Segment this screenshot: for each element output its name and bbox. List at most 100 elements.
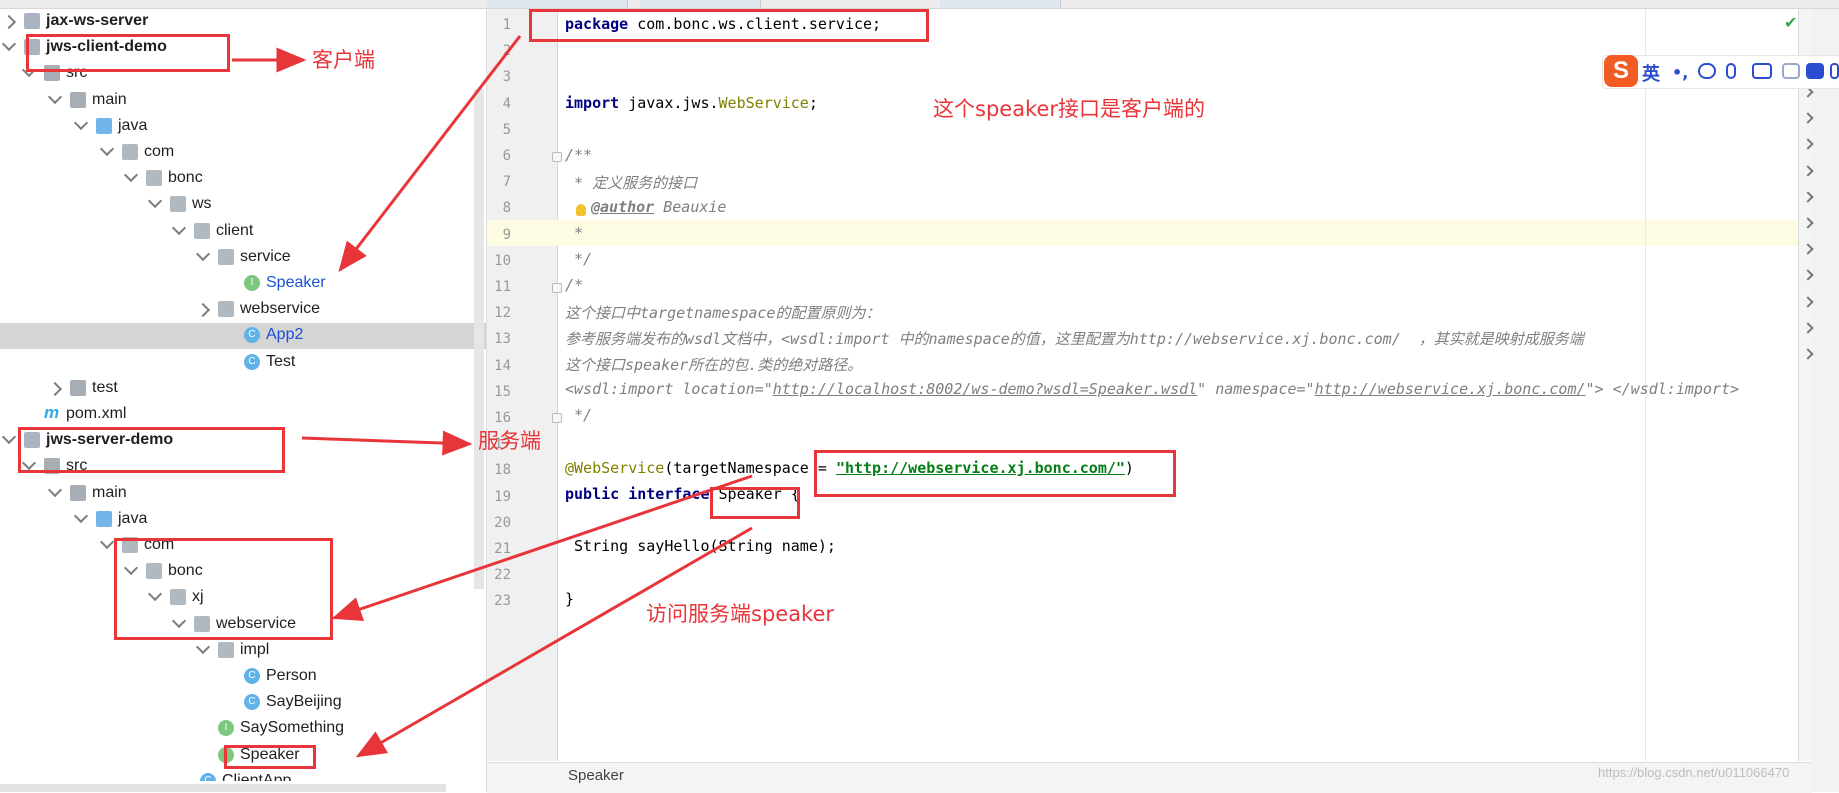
expand-arrow-icon[interactable] [47, 89, 63, 104]
editor-tab[interactable] [640, 0, 761, 8]
tree-item[interactable]: java [0, 507, 486, 533]
code-line-7: * 定义服务的接口 [565, 174, 698, 192]
line-number: 4 [502, 95, 511, 112]
tree-item-label: App2 [266, 326, 304, 344]
tree-item-label: Person [266, 667, 317, 684]
expand-arrow-icon[interactable] [195, 639, 211, 654]
interface-icon: I [244, 275, 260, 291]
tree-item[interactable]: main [0, 88, 486, 114]
tree-item[interactable]: C SayBeijing [0, 690, 486, 716]
tree-item[interactable]: ws [0, 192, 486, 218]
punctuation-icon[interactable]: •, [1672, 63, 1690, 82]
line-number: 2 [502, 43, 511, 60]
expand-arrow-icon[interactable] [99, 534, 115, 550]
code-line-6: /** [565, 146, 593, 164]
skin-icon[interactable] [1806, 63, 1824, 79]
code-comment: "> </wsdl:import> [1585, 380, 1740, 398]
toolbox-icon[interactable] [1830, 63, 1839, 79]
tree-item-label: pom.xml [66, 405, 127, 422]
tree-item[interactable]: bonc [0, 166, 486, 192]
code-link[interactable]: http://localhost:8002/ws-demo?wsdl=Speak… [773, 380, 1197, 398]
code-text: ; [808, 94, 818, 112]
editor-tab[interactable] [487, 0, 628, 8]
code-comment: <wsdl:import location=" [565, 380, 773, 398]
fold-marker[interactable] [552, 152, 562, 162]
tree-item-label: webservice [240, 300, 321, 318]
fold-marker[interactable] [552, 283, 562, 293]
expand-arrow-icon[interactable] [1, 430, 17, 445]
tree-item-label: client [216, 221, 254, 239]
fold-marker[interactable] [552, 413, 562, 423]
tree-item[interactable]: test [0, 376, 486, 402]
highlight-server-package [114, 538, 333, 640]
line-number: 21 [494, 541, 511, 557]
package-icon [170, 196, 186, 213]
tree-item[interactable]: webservice [0, 297, 486, 323]
code-line-15: <wsdl:import location="http://localhost:… [565, 380, 1739, 398]
code-doc-indent [565, 198, 591, 216]
code-keyword: import [565, 94, 620, 112]
package-icon [218, 248, 234, 265]
expand-arrow-icon[interactable] [147, 194, 163, 209]
sogou-logo-icon[interactable]: S [1604, 55, 1638, 87]
code-line-9: * [565, 224, 584, 242]
class-run-icon: C [244, 327, 260, 344]
code-text: javax.jws. [619, 94, 719, 112]
expand-arrow-icon[interactable] [47, 482, 63, 497]
expand-arrow-icon[interactable] [73, 115, 89, 130]
user-icon[interactable] [1782, 63, 1800, 79]
tree-item[interactable]: m pom.xml [0, 402, 486, 428]
microphone-icon[interactable] [1726, 63, 1736, 79]
emoji-icon[interactable] [1698, 63, 1716, 79]
tree-item-label: Test [266, 352, 296, 370]
expand-arrow-icon[interactable] [123, 168, 139, 183]
tree-item[interactable]: com [0, 140, 486, 166]
editor-tab[interactable] [940, 0, 1061, 8]
tree-item[interactable]: C Person [0, 664, 486, 690]
collapse-arrow-icon[interactable] [47, 381, 63, 396]
tree-item[interactable]: jax-ws-server [0, 9, 486, 35]
tree-item[interactable]: C App2 [0, 323, 486, 350]
expand-arrow-icon[interactable] [171, 220, 187, 235]
breadcrumb-item[interactable]: Speaker [568, 767, 624, 784]
tree-item[interactable]: main [0, 481, 486, 507]
tree-horizontal-scrollbar[interactable] [0, 784, 446, 792]
class-run-icon: C [200, 772, 216, 781]
tree-scrollbar[interactable] [474, 89, 484, 589]
line-number: 22 [494, 567, 511, 584]
expand-arrow-icon[interactable] [73, 508, 89, 523]
code-link[interactable]: http://webservice.xj.bonc.com/ [1315, 380, 1586, 398]
tree-item[interactable]: I SaySomething [0, 716, 486, 742]
tree-item-label: java [118, 509, 148, 527]
server-label: 服务端 [478, 429, 541, 453]
tree-item-label: bonc [168, 169, 203, 187]
tree-item[interactable]: I Speaker [0, 271, 486, 297]
tree-item[interactable]: java [0, 114, 486, 140]
class-icon: C [244, 668, 260, 684]
tree-item-label: ClientApp [222, 771, 292, 781]
ime-language-toggle[interactable]: 英 [1642, 60, 1660, 86]
collapse-arrow-icon[interactable] [195, 303, 211, 318]
tree-item[interactable]: C Test [0, 350, 486, 376]
collapse-arrow-icon[interactable] [1, 14, 17, 30]
line-number: 7 [502, 174, 511, 191]
tree-item[interactable]: C ClientApp [0, 769, 486, 781]
expand-arrow-icon[interactable] [99, 141, 115, 157]
line-number: 12 [494, 305, 511, 322]
line-number: 1 [502, 17, 511, 33]
tree-item[interactable]: client [0, 219, 486, 245]
expand-arrow-icon[interactable] [1, 37, 17, 52]
keyboard-icon[interactable] [1752, 63, 1772, 79]
tree-item-label: ws [192, 195, 212, 213]
code-text: (targetNamespace = [664, 459, 836, 477]
tree-item-label: java [118, 116, 148, 134]
current-line-highlight [487, 220, 1798, 246]
code-line-12: 这个接口中targetnamespace的配置原则为： [565, 304, 881, 322]
tree-item[interactable]: service [0, 245, 486, 271]
expand-arrow-icon[interactable] [195, 246, 211, 261]
line-number: 3 [502, 69, 511, 86]
tree-item[interactable]: impl [0, 638, 486, 664]
code-doc-tag: @author [591, 198, 655, 216]
code-line-10: */ [565, 250, 593, 268]
code-line-11: /* [565, 276, 584, 294]
